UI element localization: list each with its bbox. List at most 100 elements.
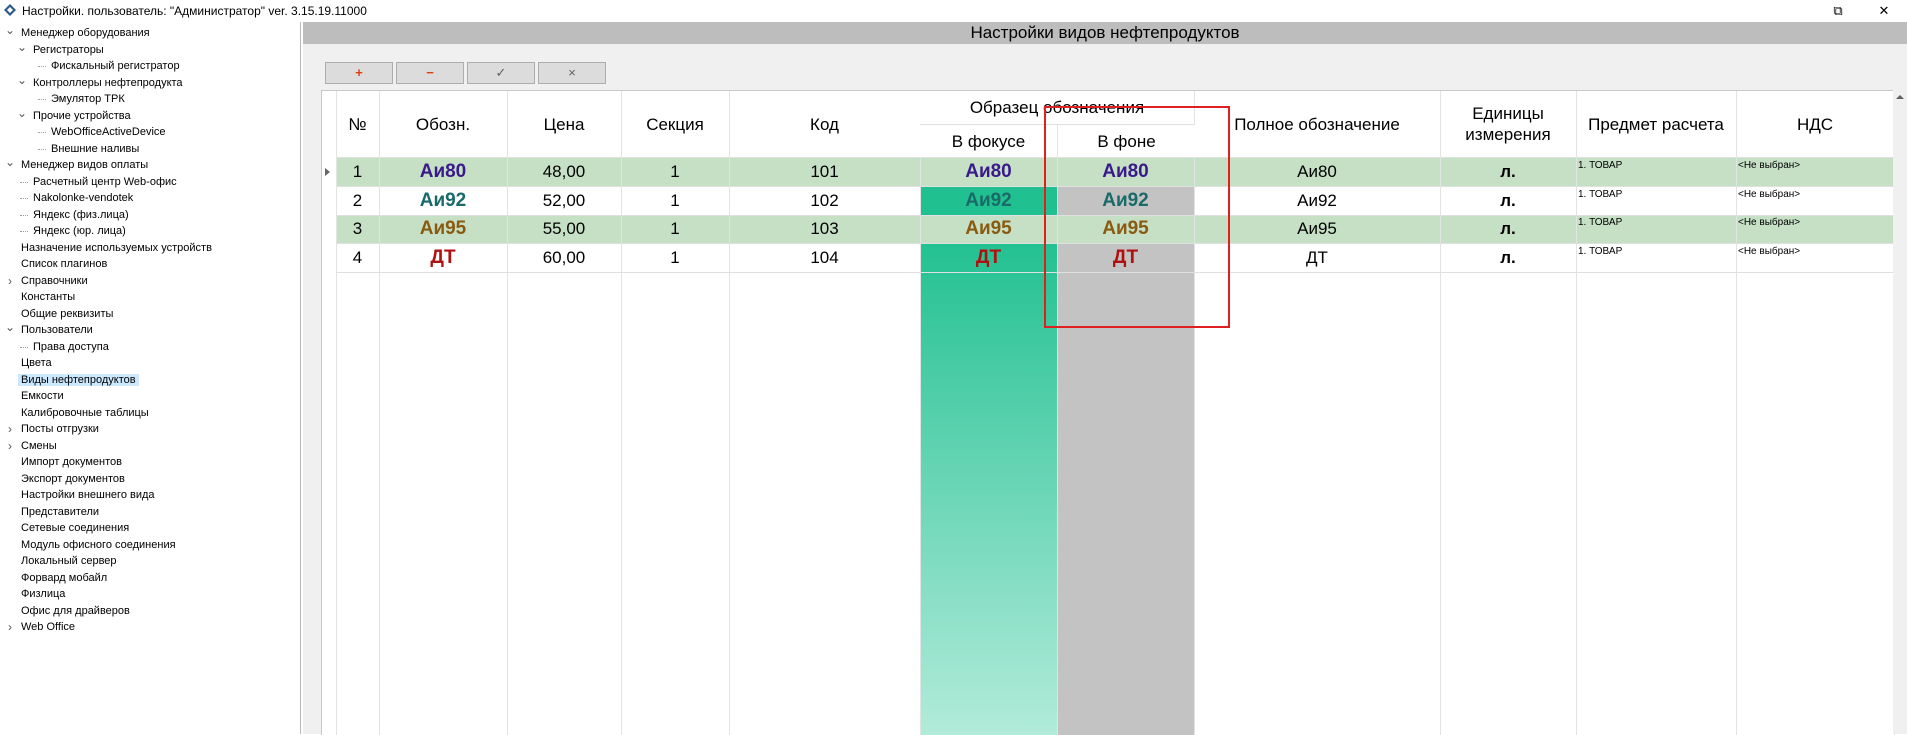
tree-item[interactable]: Прочие устройства [30, 108, 134, 124]
chevron-down-icon[interactable]: ⌄ [17, 41, 27, 57]
cell-price[interactable]: 60,00 [507, 244, 621, 272]
header-subject[interactable]: Предмет расчета [1576, 91, 1736, 157]
tree-item[interactable]: Офис для драйверов [18, 603, 133, 619]
cell-vat[interactable]: <Не выбран> [1736, 244, 1894, 272]
tree-item[interactable]: Физлица [18, 586, 68, 602]
header-vat[interactable]: НДС [1736, 91, 1894, 157]
vertical-scrollbar[interactable] [1893, 90, 1907, 734]
cell-code[interactable]: 101 [729, 158, 920, 186]
chevron-down-icon[interactable]: ⌄ [5, 24, 15, 40]
chevron-down-icon[interactable]: ⌄ [5, 156, 15, 172]
chevron-down-icon[interactable]: ⌄ [5, 321, 15, 337]
tree-item[interactable]: Посты отгрузки [18, 421, 102, 437]
header-section[interactable]: Секция [621, 91, 729, 157]
tree-item[interactable]: Константы [18, 289, 78, 305]
cell-unit[interactable]: л. [1440, 158, 1576, 186]
cancel-button[interactable]: × [538, 62, 606, 84]
cell-section[interactable]: 1 [621, 158, 729, 186]
add-button[interactable]: + [325, 62, 393, 84]
cell-full_name[interactable]: Аи95 [1194, 215, 1440, 243]
tree-item[interactable]: Контроллеры нефтепродукта [30, 75, 186, 91]
header-abbr[interactable]: Обозн. [379, 91, 507, 157]
cell-vat[interactable]: <Не выбран> [1736, 187, 1894, 215]
tree-item[interactable]: Пользователи [18, 322, 96, 338]
cell-vat[interactable]: <Не выбран> [1736, 215, 1894, 243]
tree-item[interactable]: Настройки внешнего вида [18, 487, 158, 503]
chevron-right-icon[interactable]: › [5, 274, 15, 288]
cell-section[interactable]: 1 [621, 244, 729, 272]
tree-item[interactable]: Права доступа [30, 339, 112, 355]
cell-section[interactable]: 1 [621, 215, 729, 243]
cell-unit[interactable]: л. [1440, 187, 1576, 215]
cell-subject[interactable]: 1. ТОВАР [1576, 187, 1736, 215]
tree-item[interactable]: Смены [18, 438, 60, 454]
tree-item[interactable]: Импорт документов [18, 454, 125, 470]
tree-item[interactable]: Виды нефтепродуктов [18, 372, 139, 388]
tree-item[interactable]: Модуль офисного соединения [18, 537, 179, 553]
cell-price[interactable]: 55,00 [507, 215, 621, 243]
header-num[interactable]: № [336, 91, 379, 157]
cell-focus[interactable]: Аи80 [920, 158, 1057, 186]
cell-num[interactable]: 2 [336, 187, 379, 215]
chevron-down-icon[interactable]: ⌄ [17, 74, 27, 90]
tree-item[interactable]: Представители [18, 504, 102, 520]
cell-code[interactable]: 102 [729, 187, 920, 215]
cell-full_name[interactable]: Аи92 [1194, 187, 1440, 215]
cell-abbr[interactable]: ДТ [379, 244, 507, 272]
tree-item[interactable]: Локальный сервер [18, 553, 120, 569]
tree-item[interactable]: Сетевые соединения [18, 520, 132, 536]
close-button[interactable]: ✕ [1861, 0, 1907, 22]
tree-item[interactable]: Список плагинов [18, 256, 110, 272]
cell-focus[interactable]: Аи92 [920, 187, 1057, 215]
tree-item[interactable]: Расчетный центр Web-офис [30, 174, 180, 190]
cell-price[interactable]: 52,00 [507, 187, 621, 215]
cell-subject[interactable]: 1. ТОВАР [1576, 244, 1736, 272]
cell-abbr[interactable]: Аи80 [379, 158, 507, 186]
tree-item[interactable]: WebOfficeActiveDevice [48, 124, 169, 140]
cell-subject[interactable]: 1. ТОВАР [1576, 215, 1736, 243]
chevron-right-icon[interactable]: › [5, 422, 15, 436]
tree-item[interactable]: Калибровочные таблицы [18, 405, 152, 421]
header-full-name[interactable]: Полное обозначение [1194, 91, 1440, 157]
cell-focus[interactable]: ДТ [920, 244, 1057, 272]
tree-item[interactable]: Менеджер оборудования [18, 25, 153, 41]
cell-subject[interactable]: 1. ТОВАР [1576, 158, 1736, 186]
chevron-right-icon[interactable]: › [5, 620, 15, 634]
tree-item[interactable]: Яндекс (физ.лица) [30, 207, 132, 223]
cell-full_name[interactable]: ДТ [1194, 244, 1440, 272]
tree-item[interactable]: Общие реквизиты [18, 306, 116, 322]
tree-item[interactable]: Яндекс (юр. лица) [30, 223, 129, 239]
tree-item[interactable]: Nakolonke-vendotek [30, 190, 136, 206]
tree-item[interactable]: Форвард мобайл [18, 570, 110, 586]
tree-item[interactable]: Web Office [18, 619, 78, 635]
chevron-down-icon[interactable]: ⌄ [17, 107, 27, 123]
confirm-button[interactable]: ✓ [467, 62, 535, 84]
tree-item[interactable]: Емкости [18, 388, 67, 404]
cell-code[interactable]: 103 [729, 215, 920, 243]
header-unit[interactable]: Единицы измерения [1440, 91, 1576, 157]
tree-item[interactable]: Экспорт документов [18, 471, 128, 487]
cell-num[interactable]: 3 [336, 215, 379, 243]
cell-section[interactable]: 1 [621, 187, 729, 215]
remove-button[interactable]: − [396, 62, 464, 84]
header-focus[interactable]: В фокусе [920, 125, 1057, 157]
cell-vat[interactable]: <Не выбран> [1736, 158, 1894, 186]
restore-button[interactable]: ⧉ [1815, 0, 1861, 22]
tree-item[interactable]: Назначение используемых устройств [18, 240, 215, 256]
chevron-right-icon[interactable]: › [5, 439, 15, 453]
cell-code[interactable]: 104 [729, 244, 920, 272]
cell-price[interactable]: 48,00 [507, 158, 621, 186]
header-price[interactable]: Цена [507, 91, 621, 157]
cell-unit[interactable]: л. [1440, 244, 1576, 272]
tree-item[interactable]: Регистраторы [30, 42, 107, 58]
cell-abbr[interactable]: Аи92 [379, 187, 507, 215]
cell-focus[interactable]: Аи95 [920, 215, 1057, 243]
tree-item[interactable]: Менеджер видов оплаты [18, 157, 151, 173]
tree-item[interactable]: Внешние наливы [48, 141, 142, 157]
cell-full_name[interactable]: Аи80 [1194, 158, 1440, 186]
tree-item[interactable]: Фискальный регистратор [48, 58, 183, 74]
tree-item[interactable]: Цвета [18, 355, 55, 371]
header-code[interactable]: Код [729, 91, 920, 157]
cell-unit[interactable]: л. [1440, 215, 1576, 243]
tree-item[interactable]: Эмулятор ТРК [48, 91, 128, 107]
